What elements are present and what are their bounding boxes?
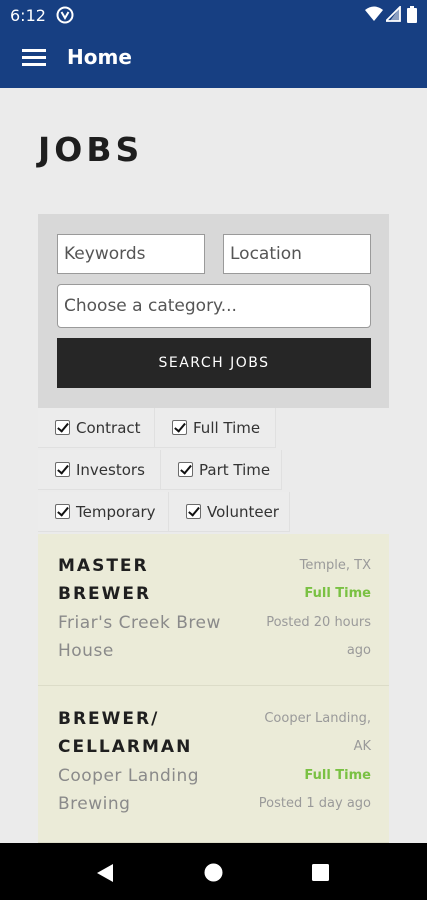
job-posted: ago — [346, 643, 371, 658]
keywords-placeholder: Keywords — [64, 244, 146, 264]
app-bar: Home — [0, 30, 427, 88]
filter-label: Contract — [76, 418, 141, 437]
job-location: Temple, TX — [299, 558, 371, 573]
job-listing[interactable]: MASTER BREWER Friar's Creek Brew House T… — [38, 534, 389, 686]
battery-icon — [407, 6, 417, 23]
vpn-icon — [56, 6, 74, 24]
search-panel: Keywords Location Choose a category... S… — [38, 214, 389, 408]
job-company-line: Brewing — [58, 794, 131, 814]
filter-full-time[interactable]: Full Time — [155, 408, 276, 448]
checkbox-checked-icon[interactable] — [186, 504, 201, 519]
job-company-line: Cooper Landing — [58, 766, 200, 786]
search-jobs-button[interactable]: SEARCH JOBS — [57, 338, 371, 388]
job-title-line[interactable]: BREWER — [58, 580, 151, 608]
page-title: JOBS — [38, 130, 144, 169]
location-placeholder: Location — [230, 244, 302, 264]
category-select[interactable]: Choose a category... — [57, 284, 371, 328]
job-location: Cooper Landing, — [264, 711, 371, 726]
job-title-line[interactable]: CELLARMAN — [58, 733, 192, 761]
job-company-line: House — [58, 641, 114, 661]
location-input[interactable]: Location — [223, 234, 371, 274]
home-icon[interactable] — [204, 863, 223, 882]
job-title-line[interactable]: BREWER/ — [58, 705, 159, 733]
job-type-filters: Contract Full Time Investors Part Time T… — [38, 408, 389, 534]
filter-part-time[interactable]: Part Time — [161, 450, 282, 490]
filter-label: Part Time — [199, 460, 271, 479]
keywords-input[interactable]: Keywords — [57, 234, 205, 274]
job-type: Full Time — [304, 586, 371, 601]
status-bar: 6:12 — [0, 0, 427, 30]
job-location: AK — [353, 739, 371, 754]
filter-temporary[interactable]: Temporary — [38, 492, 169, 532]
signal-icon — [386, 6, 401, 22]
filter-contract[interactable]: Contract — [38, 408, 155, 448]
filter-label: Investors — [76, 460, 145, 479]
filter-label: Volunteer — [207, 502, 279, 521]
category-placeholder: Choose a category... — [64, 296, 237, 316]
back-icon[interactable] — [96, 863, 114, 883]
job-posted: Posted 1 day ago — [258, 796, 371, 811]
status-time: 6:12 — [10, 6, 46, 25]
filter-label: Temporary — [76, 502, 156, 521]
checkbox-checked-icon[interactable] — [55, 462, 70, 477]
job-listing[interactable]: BREWER/ CELLARMAN Cooper Landing Brewing… — [38, 686, 389, 843]
menu-icon[interactable] — [22, 49, 46, 67]
filter-volunteer[interactable]: Volunteer — [169, 492, 290, 532]
system-nav-bar — [0, 843, 427, 900]
checkbox-checked-icon[interactable] — [55, 504, 70, 519]
wifi-icon — [365, 6, 383, 21]
recents-icon[interactable] — [312, 864, 329, 881]
filter-label: Full Time — [193, 418, 261, 437]
job-title-line[interactable]: MASTER — [58, 552, 149, 580]
checkbox-checked-icon[interactable] — [178, 462, 193, 477]
checkbox-checked-icon[interactable] — [55, 420, 70, 435]
job-posted: Posted 20 hours — [266, 615, 371, 630]
filter-investors[interactable]: Investors — [38, 450, 161, 490]
job-type: Full Time — [304, 768, 371, 783]
job-company-line: Friar's Creek Brew — [58, 613, 221, 633]
checkbox-checked-icon[interactable] — [172, 420, 187, 435]
app-bar-title: Home — [67, 45, 132, 69]
